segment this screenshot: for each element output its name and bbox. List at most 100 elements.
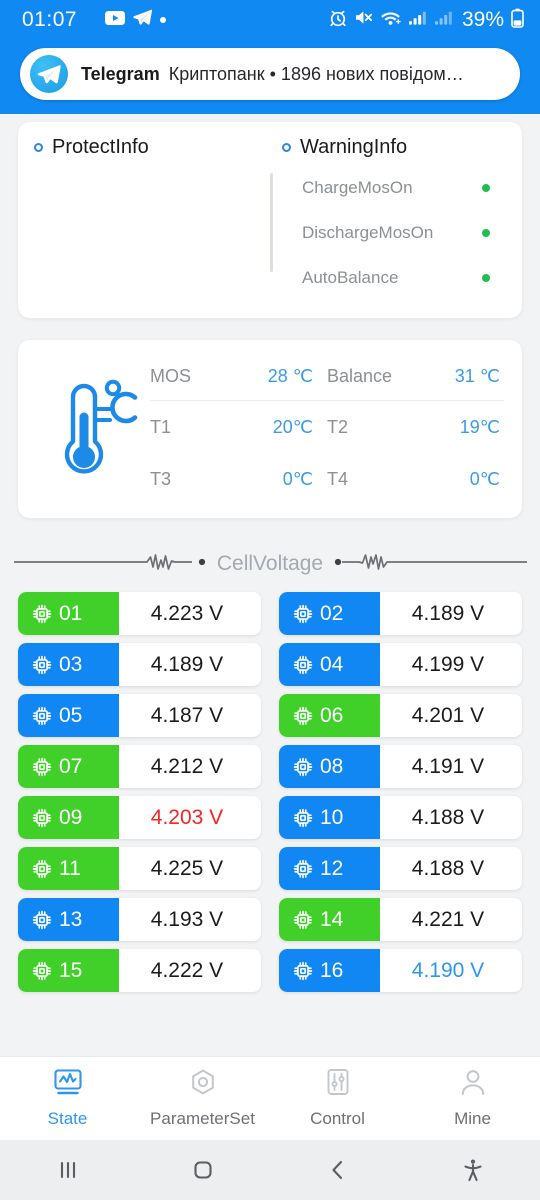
list-item[interactable]: AutoBalance: [282, 255, 506, 300]
cell-row[interactable]: 08 4.191 V: [279, 745, 522, 788]
cell-number: 15: [59, 958, 83, 982]
protect-warning-card: ProtectInfo WarningInfo ChargeMosOn Disc…: [18, 122, 522, 318]
sliders-icon: [322, 1068, 354, 1103]
temperature-row: T1 20℃ T2 19℃: [150, 401, 504, 453]
status-bar-system-icons: 39%: [329, 8, 524, 33]
protect-info-header[interactable]: ProtectInfo: [34, 136, 270, 159]
accessibility-icon[interactable]: [405, 1157, 540, 1183]
cell-badge: 08: [279, 745, 380, 788]
list-item[interactable]: DischargeMosOn: [282, 210, 506, 255]
back-icon[interactable]: [270, 1157, 405, 1183]
cell-row[interactable]: 13 4.193 V: [18, 898, 261, 941]
temperature-cell: MOS 28 ℃: [150, 366, 327, 387]
cell-row[interactable]: 03 4.189 V: [18, 643, 261, 686]
temperature-row: MOS 28 ℃ Balance 31 ℃: [150, 353, 504, 401]
home-icon[interactable]: [135, 1157, 270, 1183]
telegram-notification[interactable]: Telegram Криптопанк • 1896 нових повідом…: [20, 48, 520, 100]
cell-voltage-value: 4.189 V: [150, 652, 224, 676]
cell-voltage-value: 4.188 V: [411, 856, 485, 880]
thermometer-celsius-icon: [36, 373, 146, 485]
chip-icon: [32, 706, 52, 725]
cell-badge: 04: [279, 643, 380, 686]
cell-row[interactable]: 15 4.222 V: [18, 949, 261, 992]
tab-control[interactable]: Control: [270, 1068, 405, 1129]
battery-percent-label: 39%: [461, 8, 504, 31]
cell-row[interactable]: 12 4.188 V: [279, 847, 522, 890]
cell-badge: 11: [18, 847, 119, 890]
cell-row[interactable]: 04 4.199 V: [279, 643, 522, 686]
cell-row[interactable]: 02 4.189 V: [279, 592, 522, 635]
phone-screen: 01:07 39% Telegram Криптопанк • 1896 нов…: [0, 0, 540, 1200]
tab-mine[interactable]: Mine: [405, 1068, 540, 1129]
cell-badge: 14: [279, 898, 380, 941]
temperature-cell: Balance 31 ℃: [327, 366, 504, 387]
cell-number: 02: [320, 601, 344, 625]
hex-nut-icon: [187, 1068, 219, 1103]
temperature-value: 28 ℃: [267, 366, 313, 386]
ecg-divider-left-icon: [12, 549, 207, 580]
cell-badge: 03: [18, 643, 119, 686]
person-icon: [457, 1068, 489, 1103]
cell-row[interactable]: 11 4.225 V: [18, 847, 261, 890]
chip-icon: [293, 961, 313, 980]
cell-row[interactable]: 06 4.201 V: [279, 694, 522, 737]
recents-icon[interactable]: [0, 1157, 135, 1183]
protect-info-title: ProtectInfo: [52, 136, 149, 158]
warning-info-list: ChargeMosOn DischargeMosOn AutoBalance: [270, 165, 506, 300]
temperature-cell: T4 0℃: [327, 469, 504, 490]
cell-row[interactable]: 09 4.203 V: [18, 796, 261, 839]
temperature-label: T2: [327, 416, 349, 437]
cell-badge: 10: [279, 796, 380, 839]
tab-state[interactable]: State: [0, 1068, 135, 1129]
cell-row[interactable]: 16 4.190 V: [279, 949, 522, 992]
protect-info-list: [34, 165, 270, 300]
tab-label: Control: [310, 1109, 365, 1128]
cell-voltage-value: 4.199 V: [411, 652, 485, 676]
cell-badge: 09: [18, 796, 119, 839]
warning-info-header[interactable]: WarningInfo: [270, 136, 506, 159]
status-dot-icon: [482, 273, 490, 282]
cell-badge: 13: [18, 898, 119, 941]
signal-icon-2: [434, 9, 453, 31]
chip-icon: [293, 808, 313, 827]
chip-icon: [32, 961, 52, 980]
tab-parameterset[interactable]: ParameterSet: [135, 1068, 270, 1129]
status-dot-icon: [482, 228, 490, 237]
notification-message: Криптопанк • 1896 нових повідом…: [168, 63, 464, 84]
cell-number: 04: [320, 652, 344, 676]
cell-badge: 02: [279, 592, 380, 635]
cell-row[interactable]: 05 4.187 V: [18, 694, 261, 737]
android-navigation-bar: [0, 1140, 540, 1200]
temperature-readings-table: MOS 28 ℃ Balance 31 ℃ T1 20℃ T2 19℃ T3 0…: [146, 353, 504, 505]
tab-label: ParameterSet: [150, 1109, 255, 1128]
temperature-row: T3 0℃ T4 0℃: [150, 453, 504, 505]
cell-row[interactable]: 10 4.188 V: [279, 796, 522, 839]
cell-badge: 15: [18, 949, 119, 992]
cell-voltage-value: 4.190 V: [411, 958, 485, 982]
cell-voltage-value: 4.203 V: [150, 805, 224, 829]
temperature-cell: T3 0℃: [150, 469, 327, 490]
main-content: ProtectInfo WarningInfo ChargeMosOn Disc…: [0, 122, 540, 998]
temperature-label: MOS: [150, 366, 192, 386]
cell-column-even: 02 4.189 V 04 4.199 V 06 4.201 V 08 4.19…: [279, 592, 522, 992]
temperature-label: T4: [327, 468, 349, 489]
chip-icon: [293, 604, 313, 623]
cell-row[interactable]: 14 4.221 V: [279, 898, 522, 941]
status-bar-clock: 01:07: [22, 8, 78, 31]
cell-column-odd: 01 4.223 V 03 4.189 V 05 4.187 V 07 4.21…: [18, 592, 261, 992]
cell-voltage-value: 4.188 V: [411, 805, 485, 829]
chip-icon: [32, 604, 52, 623]
cell-row[interactable]: 07 4.212 V: [18, 745, 261, 788]
cell-voltage-value: 4.193 V: [150, 907, 224, 931]
chip-icon: [32, 655, 52, 674]
chip-icon: [32, 757, 52, 776]
cell-badge: 05: [18, 694, 119, 737]
temperature-value: 31 ℃: [454, 366, 500, 386]
chip-icon: [293, 706, 313, 725]
cell-row[interactable]: 01 4.223 V: [18, 592, 261, 635]
chip-icon: [293, 859, 313, 878]
cell-voltage-section-header: CellVoltage: [13, 544, 528, 584]
list-item[interactable]: ChargeMosOn: [282, 165, 506, 210]
cell-voltage-value: 4.201 V: [411, 703, 485, 727]
status-bar: 01:07 39%: [0, 0, 540, 40]
